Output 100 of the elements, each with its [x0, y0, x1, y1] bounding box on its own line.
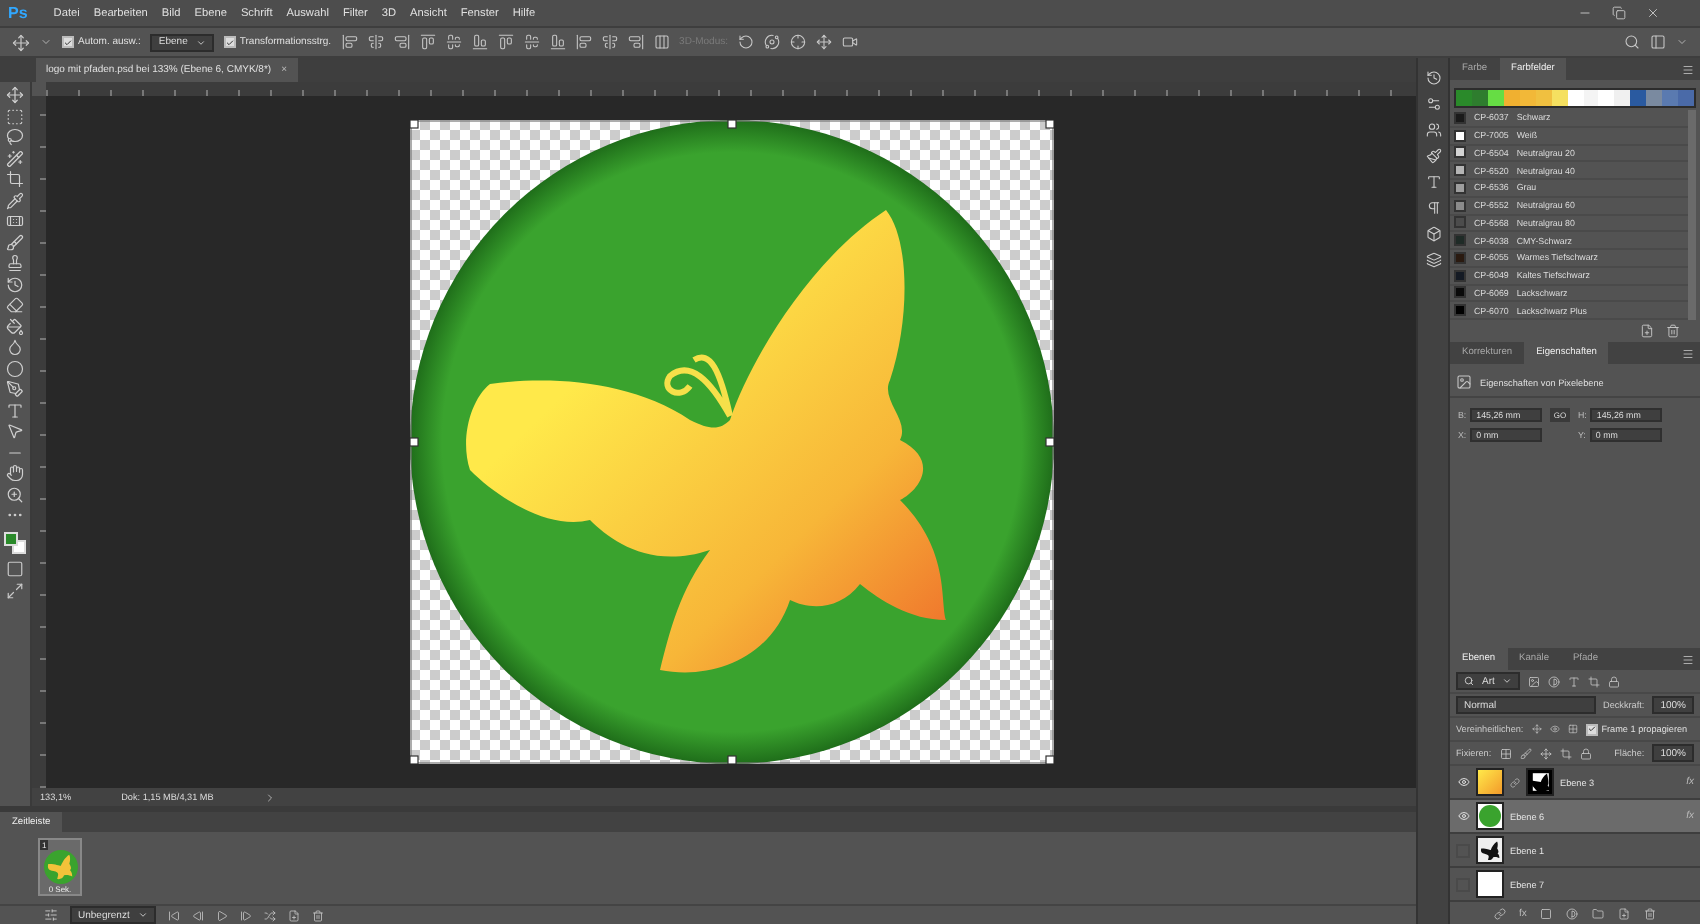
- caret-icon[interactable]: [40, 36, 52, 48]
- first-frame-icon[interactable]: [167, 909, 180, 921]
- bandage-icon[interactable]: [6, 212, 24, 230]
- sliders-icon[interactable]: [1425, 96, 1441, 112]
- minimize-icon[interactable]: [1578, 6, 1592, 20]
- new-frame-icon[interactable]: [287, 909, 300, 921]
- align-right-icon[interactable]: [471, 34, 488, 50]
- brush-icon[interactable]: [1519, 747, 1532, 759]
- recent-color[interactable]: [1456, 90, 1472, 106]
- eraser-icon[interactable]: [6, 296, 24, 314]
- transform-handle[interactable]: [409, 120, 418, 129]
- crop-icon[interactable]: [6, 170, 24, 188]
- convert-icon[interactable]: [44, 908, 58, 922]
- cube-icon[interactable]: [1425, 226, 1441, 242]
- move-icon[interactable]: [1539, 747, 1552, 759]
- marquee-icon[interactable]: [6, 107, 24, 125]
- position-icon[interactable]: [1531, 724, 1542, 734]
- auto-align-icon[interactable]: [653, 34, 670, 50]
- wand-icon[interactable]: [6, 149, 24, 167]
- half-circle-icon[interactable]: [1548, 675, 1561, 687]
- link-icon[interactable]: [1493, 907, 1506, 919]
- chevron-icon[interactable]: [263, 791, 276, 803]
- tween-icon[interactable]: [263, 909, 276, 921]
- image-icon[interactable]: [1528, 675, 1541, 687]
- paragraph-icon[interactable]: [1425, 200, 1441, 216]
- history-icon[interactable]: [1425, 70, 1441, 86]
- next-frame-icon[interactable]: [239, 909, 252, 921]
- history-brush-icon[interactable]: [6, 275, 24, 293]
- trash-icon[interactable]: [1666, 324, 1680, 338]
- distribute-bottom-icon[interactable]: [549, 34, 566, 50]
- droplet-icon[interactable]: [6, 338, 24, 356]
- menu-icon[interactable]: [1682, 653, 1694, 665]
- character-icon[interactable]: [1425, 174, 1441, 190]
- paint-bucket-icon[interactable]: [6, 317, 24, 335]
- previous-frame-icon[interactable]: [191, 909, 204, 921]
- lasso-icon[interactable]: [6, 128, 24, 146]
- trash-icon[interactable]: [311, 909, 324, 921]
- brush-icon[interactable]: [6, 233, 24, 251]
- checkerboard-icon[interactable]: [1499, 747, 1512, 759]
- align-left-icon[interactable]: [419, 34, 436, 50]
- transform-handle[interactable]: [409, 437, 418, 447]
- pan-icon[interactable]: [790, 34, 806, 50]
- folder-icon[interactable]: [1592, 907, 1605, 919]
- orbit-icon[interactable]: [764, 34, 780, 50]
- recent-color[interactable]: [1646, 90, 1663, 106]
- color-swatches-icon[interactable]: [4, 531, 26, 553]
- screen-mode-icon[interactable]: [6, 581, 24, 599]
- recent-color[interactable]: [1598, 90, 1615, 106]
- adjustment-icon[interactable]: [1566, 907, 1579, 919]
- move-icon[interactable]: [12, 33, 30, 51]
- caret-icon[interactable]: [1676, 36, 1688, 48]
- transform-handle[interactable]: [409, 755, 418, 764]
- workspace-icon[interactable]: [1650, 34, 1666, 50]
- visibility-icon[interactable]: [1549, 724, 1560, 734]
- recent-color[interactable]: [1678, 90, 1695, 106]
- transform-handle[interactable]: [1044, 120, 1053, 129]
- trash-icon[interactable]: [1644, 907, 1657, 919]
- restore-icon[interactable]: [1612, 6, 1626, 20]
- people-icon[interactable]: [1425, 122, 1441, 138]
- transform-handle[interactable]: [726, 120, 736, 129]
- move-icon[interactable]: [6, 86, 24, 104]
- distribute-right-icon[interactable]: [627, 34, 644, 50]
- recent-color[interactable]: [1662, 90, 1679, 106]
- transform-handle[interactable]: [1044, 755, 1053, 764]
- align-middle-icon[interactable]: [367, 34, 384, 50]
- eyedropper-icon[interactable]: [6, 191, 24, 209]
- play-icon[interactable]: [215, 909, 228, 921]
- layers-icon[interactable]: [1425, 252, 1441, 268]
- quick-mask-icon[interactable]: [6, 560, 24, 578]
- type-icon[interactable]: [1568, 675, 1581, 687]
- stamp-icon[interactable]: [6, 254, 24, 272]
- new-layer-icon[interactable]: [1618, 907, 1631, 919]
- transform-handle[interactable]: [1044, 437, 1053, 447]
- style-icon[interactable]: [1567, 724, 1578, 734]
- rotate-icon[interactable]: [738, 34, 754, 50]
- distribute-center-icon[interactable]: [601, 34, 618, 50]
- recent-color[interactable]: [1630, 90, 1647, 106]
- menu-icon[interactable]: [1682, 63, 1694, 75]
- slide-icon[interactable]: [816, 34, 832, 50]
- eye-icon[interactable]: [1456, 775, 1470, 789]
- type-icon[interactable]: [6, 401, 24, 419]
- shape-icon[interactable]: [1588, 675, 1601, 687]
- crop-icon[interactable]: [1559, 747, 1572, 759]
- transform-handle[interactable]: [726, 755, 736, 764]
- eye-icon[interactable]: [1456, 809, 1470, 823]
- pen-icon[interactable]: [6, 380, 24, 398]
- lock-icon[interactable]: [1608, 675, 1621, 687]
- menu-icon[interactable]: [1682, 347, 1694, 359]
- brush-icon[interactable]: [1425, 148, 1441, 164]
- distribute-left-icon[interactable]: [575, 34, 592, 50]
- search-icon[interactable]: [1624, 34, 1640, 50]
- hand-icon[interactable]: [6, 464, 24, 482]
- pointer-icon[interactable]: [6, 422, 24, 440]
- camera-icon[interactable]: [842, 34, 858, 50]
- recent-color[interactable]: [1614, 90, 1631, 106]
- align-bottom-icon[interactable]: [393, 34, 410, 50]
- distribute-middle-icon[interactable]: [523, 34, 540, 50]
- align-center-icon[interactable]: [445, 34, 462, 50]
- align-top-icon[interactable]: [341, 34, 358, 50]
- distribute-top-icon[interactable]: [497, 34, 514, 50]
